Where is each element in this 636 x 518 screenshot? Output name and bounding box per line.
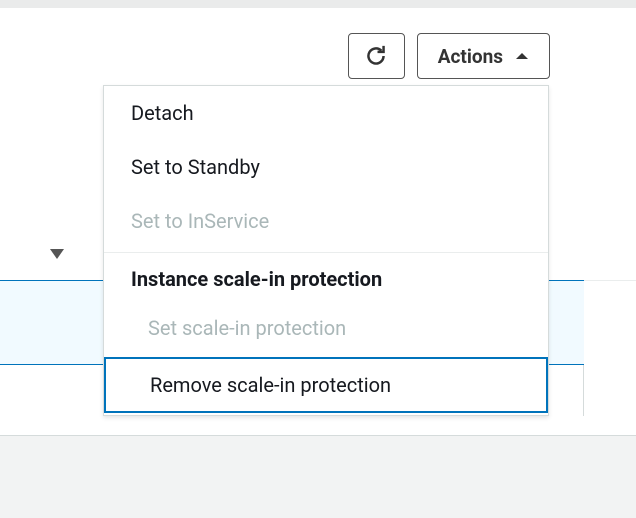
menu-item-detach[interactable]: Detach: [104, 86, 548, 140]
chevron-down-icon: [50, 249, 64, 259]
main-panel: Actions Detach Set to Standby Set to InS…: [0, 8, 636, 436]
menu-section-header: Instance scale-in protection: [104, 253, 548, 303]
menu-item-inservice: Set to InService: [104, 194, 548, 248]
chevron-up-icon: [515, 49, 529, 63]
actions-label: Actions: [438, 45, 503, 68]
menu-item-set-protection: Set scale-in protection: [104, 303, 548, 353]
toolbar: Actions: [348, 33, 550, 79]
menu-item-standby[interactable]: Set to Standby: [104, 140, 548, 194]
top-strip: [0, 0, 636, 8]
sort-indicator-left[interactable]: [50, 249, 64, 259]
menu-item-remove-protection[interactable]: Remove scale-in protection: [104, 357, 548, 413]
actions-dropdown: Detach Set to Standby Set to InService I…: [103, 85, 549, 416]
separator-line: [583, 365, 584, 416]
refresh-icon: [365, 45, 387, 67]
refresh-button[interactable]: [348, 33, 405, 79]
actions-button[interactable]: Actions: [417, 33, 550, 79]
